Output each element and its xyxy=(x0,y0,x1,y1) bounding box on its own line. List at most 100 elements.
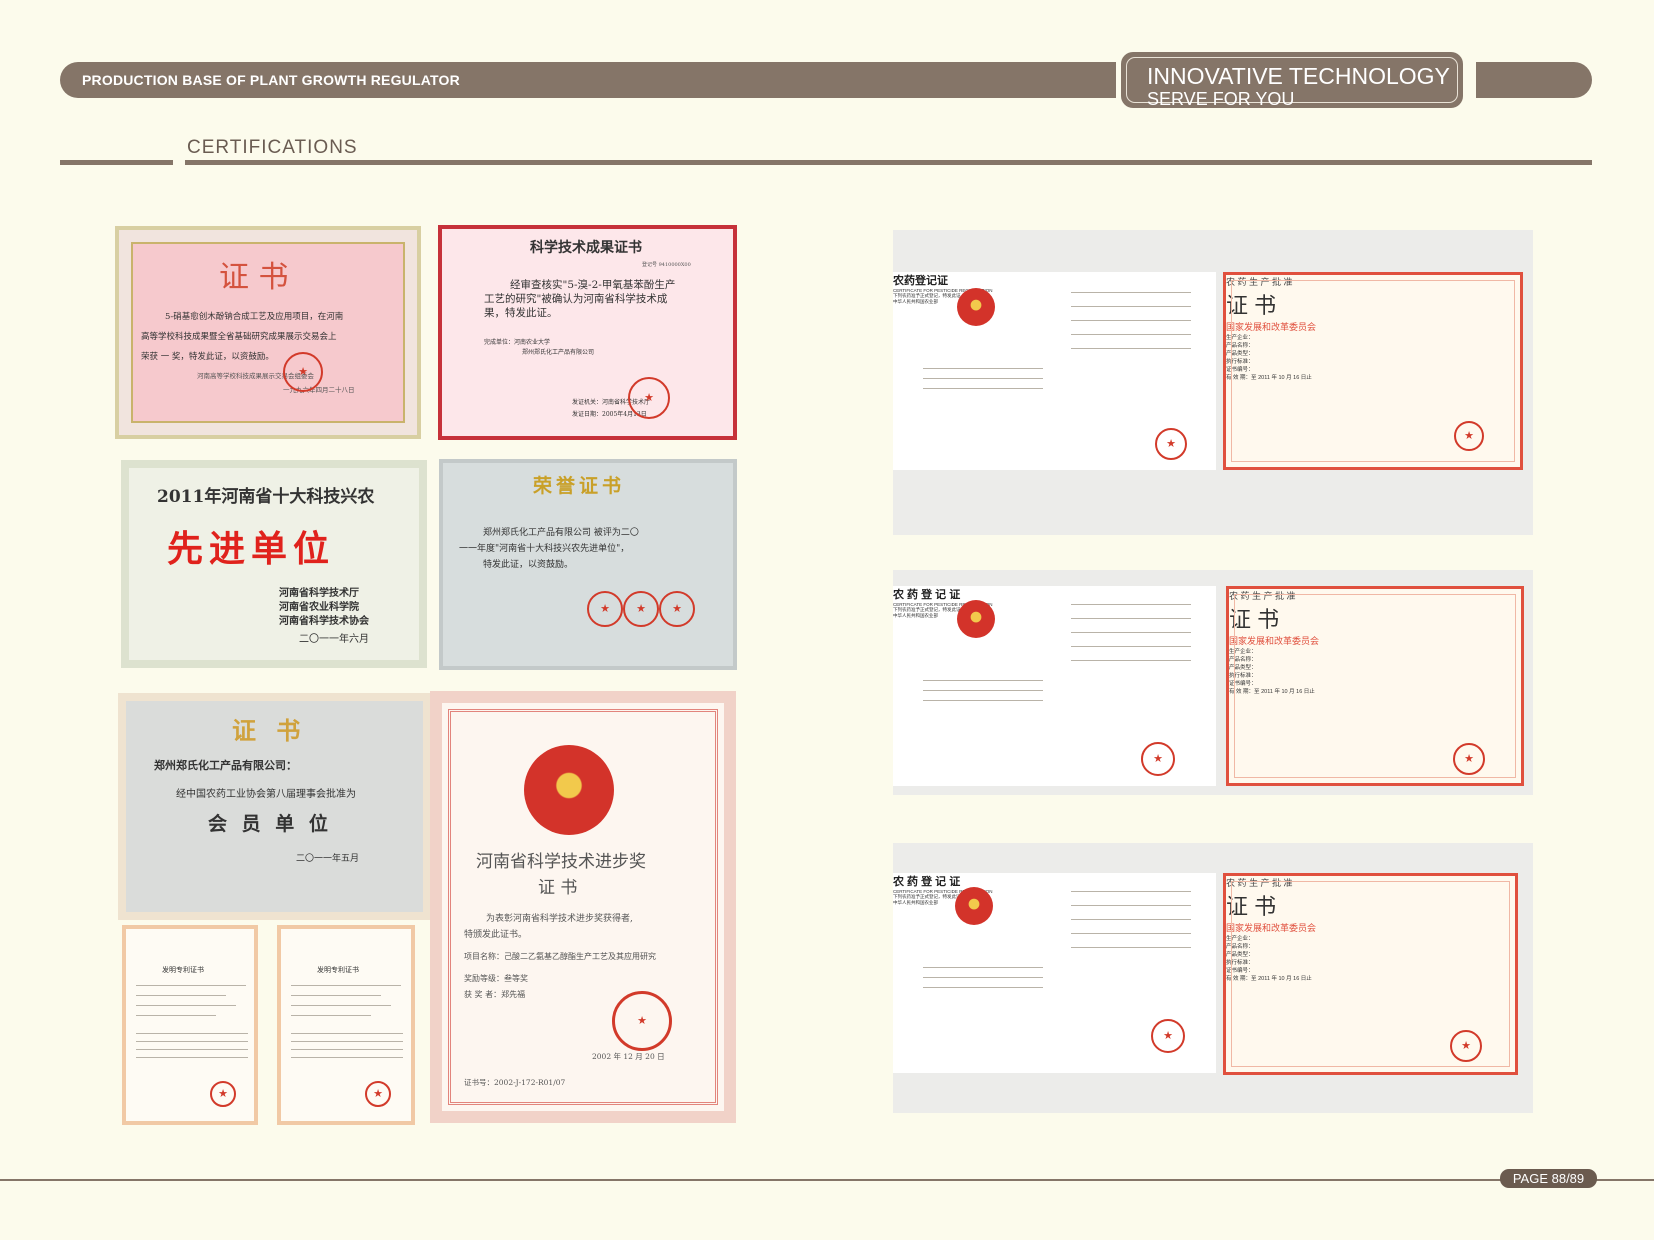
header-bar: PRODUCTION BASE OF PLANT GROWTH REGULATO… xyxy=(60,62,1116,98)
cert-line: 郑州郑氏化工产品有限公司 被评为二〇 xyxy=(483,528,639,538)
cert-number: 证书号：2002-J-172-R01/07 xyxy=(464,1078,566,1087)
cert-line: 经审查核实"5-溴-2-甲氧基苯酚生产 xyxy=(510,279,676,291)
text-line xyxy=(136,1041,248,1042)
certificate-patent: 发明专利证书 xyxy=(277,925,415,1125)
text-line xyxy=(291,1033,403,1034)
cert-org: 河南省农业科学院 xyxy=(279,602,359,613)
red-seal-icon xyxy=(1151,1019,1185,1053)
certificate-honor: 荣誉证书 郑州郑氏化工产品有限公司 被评为二〇 一一年度"河南省十大科技兴农先进… xyxy=(439,459,737,670)
certificate-science-progress-award: 河南省科学技术进步奖 证 书 为表彰河南省科学技术进步奖获得者, 特颁发此证书。… xyxy=(430,691,736,1123)
cert-line: 果，特发此证。 xyxy=(484,307,558,319)
cert-title: 证 书 xyxy=(219,260,289,295)
text-line xyxy=(291,1015,371,1016)
pesticide-registration-certificate: 农药登记证 CERTIFICATE FOR PESTICIDE REGISTRA… xyxy=(893,272,1216,470)
text-line xyxy=(136,995,226,996)
text-line xyxy=(1071,632,1191,633)
cert-project: 项目名称：己酸二乙氨基乙醇酯生产工艺及其应用研究 xyxy=(464,952,656,961)
text-line xyxy=(923,967,1043,968)
text-line xyxy=(923,368,1043,369)
text-line xyxy=(136,1033,248,1034)
text-line xyxy=(291,995,381,996)
red-seal-icon xyxy=(210,1081,236,1107)
red-seal-icon xyxy=(283,352,323,392)
certificate-frame: 证 书 5-硝基愈创木酚钠合成工艺及应用项目，在河南 高等学校科技成果暨全省基础… xyxy=(131,242,405,423)
pesticide-certificate-set: 农药登记证 CERTIFICATE FOR PESTICIDE REGISTRA… xyxy=(893,230,1533,535)
text-line xyxy=(923,700,1043,701)
cert-line: 2011年河南省十大科技兴农 xyxy=(157,487,375,507)
pesticide-certificate-set: 农 药 登 记 证 CERTIFICATE FOR PESTICIDE REGI… xyxy=(893,570,1533,795)
text-line xyxy=(1071,919,1191,920)
cert-line: 工艺的研究"被确认为河南省科学技术成 xyxy=(484,293,668,305)
text-line xyxy=(291,1041,403,1042)
certificate-advanced-unit: 2011年河南省十大科技兴农 先进单位 河南省科学技术厅 河南省农业科学院 河南… xyxy=(121,460,427,668)
pesticide-registration-certificate: 农 药 登 记 证 CERTIFICATE FOR PESTICIDE REGI… xyxy=(893,873,1216,1073)
national-emblem-icon xyxy=(957,600,995,638)
text-line xyxy=(923,680,1043,681)
text-line xyxy=(1071,320,1191,321)
certificate-member-unit: 证 书 郑州郑氏化工产品有限公司： 经中国农药工业协会第八届理事会批准为 会 员… xyxy=(118,693,431,920)
cert-line: 为表彰河南省科学技术进步奖获得者, xyxy=(486,914,633,924)
text-line xyxy=(1071,905,1191,906)
red-seal-icon xyxy=(1155,428,1187,460)
text-line xyxy=(1071,933,1191,934)
text-line xyxy=(291,1057,403,1058)
text-line xyxy=(1071,348,1191,349)
text-line xyxy=(1071,646,1191,647)
text-line xyxy=(136,985,246,986)
reg-issuer: 中华人民共和国农业部 xyxy=(893,299,938,304)
cert-line: 5-硝基愈创木酚钠合成工艺及应用项目，在河南 xyxy=(165,312,344,322)
text-line xyxy=(1071,292,1191,293)
page-number: PAGE 88/89 xyxy=(1512,1171,1585,1186)
slogan-line-1: INNOVATIVE TECHNOLOGY xyxy=(1147,63,1450,89)
national-emblem-icon xyxy=(955,887,993,925)
text-line xyxy=(136,1049,248,1050)
cert-reg-no: 登记号 9410000X00 xyxy=(642,262,691,268)
cert-org: 河南省科学技术厅 xyxy=(279,588,359,599)
footer-rule xyxy=(0,1179,1654,1181)
red-seal-icon xyxy=(1450,1030,1482,1062)
red-seal-icon xyxy=(365,1081,391,1107)
production-approval-certificate: 农 药 生 产 批 准 证 书 国家发展和改革委员会 生产企业： 产品名称： 产… xyxy=(1223,272,1523,470)
pesticide-registration-certificate: 农 药 登 记 证 CERTIFICATE FOR PESTICIDE REGI… xyxy=(893,586,1216,786)
certificate-science-achievement: 科学技术成果证书 登记号 9410000X00 经审查核实"5-溴-2-甲氧基苯… xyxy=(438,225,737,440)
text-line xyxy=(1071,947,1191,948)
certificate-achievement-exhibition: 证 书 5-硝基愈创木酚钠合成工艺及应用项目，在河南 高等学校科技成果暨全省基础… xyxy=(115,226,421,439)
text-line xyxy=(923,388,1043,389)
text-line xyxy=(1071,306,1191,307)
cert-org: 河南省科学技术协会 xyxy=(279,616,369,627)
cert-title: 科学技术成果证书 xyxy=(530,240,642,256)
cert-unit: 郑州郑氏化工产品有限公司 xyxy=(522,349,595,356)
slogan-line-2: SERVE FOR YOU xyxy=(1147,89,1295,109)
text-line xyxy=(1071,618,1191,619)
cert-line: 特颁发此证书。 xyxy=(464,930,528,940)
header-title: PRODUCTION BASE OF PLANT GROWTH REGULATO… xyxy=(82,72,460,88)
cert-title: 发明专利证书 xyxy=(162,966,204,974)
text-line xyxy=(923,977,1043,978)
national-emblem-icon xyxy=(524,745,614,835)
slogan-box-border: INNOVATIVE TECHNOLOGY SERVE FOR YOU xyxy=(1126,57,1458,109)
text-line xyxy=(291,985,401,986)
section-rule-main xyxy=(185,160,1592,165)
red-seal-icon xyxy=(1454,421,1484,451)
reg-title: 农 药 登 记 证 xyxy=(893,876,961,888)
production-approval-certificate: 农 药 生 产 批 准 证 书 国家发展和改革委员会 生产企业： 产品名称： 产… xyxy=(1223,873,1518,1075)
cert-title: 先进单位 xyxy=(167,528,336,570)
slogan-box: INNOVATIVE TECHNOLOGY SERVE FOR YOU xyxy=(1121,52,1463,109)
text-line xyxy=(1071,660,1191,661)
cert-title: 证 书 xyxy=(232,716,307,745)
red-seal-icon xyxy=(1141,742,1175,776)
cert-title: 发明专利证书 xyxy=(317,966,359,974)
cert-title-main: 会 员 单 位 xyxy=(208,813,332,835)
cert-winner: 获 奖 者：郑先福 xyxy=(464,990,526,999)
text-line xyxy=(1071,334,1191,335)
section-rule-left xyxy=(60,160,173,165)
cert-line: 特发此证，以资鼓励。 xyxy=(483,560,574,570)
red-seal-icon xyxy=(587,591,623,627)
red-seal-icon xyxy=(623,591,659,627)
text-line xyxy=(291,1049,403,1050)
cert-date: 2002 年 12 月 20 日 xyxy=(592,1052,665,1061)
national-emblem-icon xyxy=(957,288,995,326)
cert-title: 荣誉证书 xyxy=(533,475,626,497)
text-line xyxy=(291,1005,391,1006)
cert-line: 经中国农药工业协会第八届理事会批准为 xyxy=(176,789,356,800)
